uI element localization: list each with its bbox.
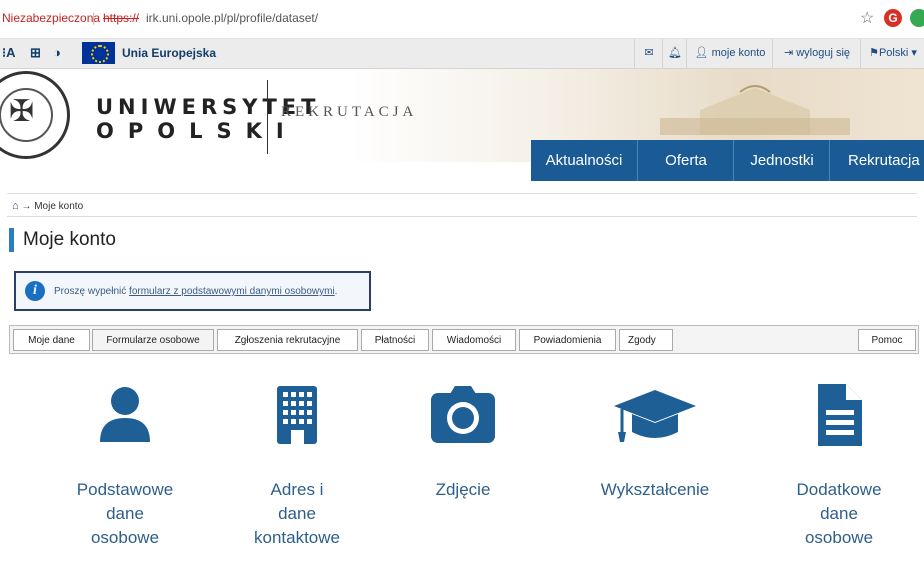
- home-icon[interactable]: ⌂: [12, 200, 19, 212]
- tile-zdjecie[interactable]: Zdjęcie: [378, 380, 548, 570]
- url-path: irk.uni.opole.pl/pl/profile/dataset/: [146, 11, 319, 25]
- tile-podstawowe-dane[interactable]: Podstawowe dane osobowe: [40, 380, 210, 570]
- font-size-icon[interactable]: ⁝A: [2, 45, 16, 61]
- header-divider: [267, 80, 268, 154]
- tile-label: Adres i dane kontaktowe: [254, 480, 340, 547]
- tab-zgody[interactable]: Zgody: [619, 329, 673, 351]
- messages-envelope-icon[interactable]: ✉: [634, 39, 663, 68]
- notifications-bell-icon[interactable]: 🔔︎: [662, 39, 687, 68]
- tile-wyksztalcenie[interactable]: Wykształcenie: [570, 380, 740, 570]
- section-title: REKRUTACJA: [281, 104, 418, 120]
- contrast-icon[interactable]: ◑: [53, 45, 61, 60]
- tab-powiadomienia[interactable]: Powiadomienia: [519, 329, 616, 351]
- tile-label: Wykształcenie: [600, 480, 710, 499]
- title-accent-bar: [9, 228, 14, 252]
- breadcrumb-current: Moje konto: [34, 201, 84, 212]
- camera-icon: [431, 386, 495, 443]
- graduation-cap-icon: [614, 390, 696, 442]
- bookmark-star-icon[interactable]: ☆: [860, 8, 874, 28]
- tile-label: Dodatkowe dane osobowe: [796, 480, 882, 547]
- flag-icon: ⚑: [869, 47, 879, 59]
- utility-bar: ⁝A ⊞ ◑ Unia Europejska ✉ 🔔︎ 👤︎ moje kont…: [0, 39, 924, 69]
- tile-adres-kontakt[interactable]: Adres i dane kontaktowe: [212, 380, 382, 570]
- extension-icon-2[interactable]: [910, 9, 924, 27]
- profile-tabs: Moje dane Formularze osobowe Zgłoszenia …: [9, 325, 919, 354]
- url-scheme: https://: [103, 11, 140, 25]
- page-title: Moje konto: [23, 229, 116, 250]
- high-contrast-plus-icon[interactable]: ⊞: [30, 45, 41, 61]
- document-icon: [818, 384, 862, 446]
- logout-icon: ⇥: [783, 47, 794, 59]
- nav-rekrutacja[interactable]: Rekrutacja: [829, 140, 924, 181]
- tile-dodatkowe-dane[interactable]: Dodatkowe dane osobowe: [754, 380, 924, 570]
- tab-wiadomosci[interactable]: Wiadomości: [432, 329, 516, 351]
- nav-oferta[interactable]: Oferta: [637, 140, 734, 181]
- tab-zgloszenia-rekrutacyjne[interactable]: Zgłoszenia rekrutacyjne: [217, 329, 358, 351]
- extension-icon[interactable]: G: [884, 9, 902, 27]
- info-icon: i: [25, 281, 45, 301]
- tab-platnosci[interactable]: Płatności: [361, 329, 429, 351]
- user-icon: 👤︎: [694, 47, 709, 59]
- arrow-right-icon: →: [21, 201, 32, 212]
- breadcrumb-top-rule: [7, 193, 917, 194]
- eu-flag-icon: [82, 42, 115, 64]
- basic-data-form-link[interactable]: formularz z podstawowymi danymi osobowym…: [129, 286, 335, 297]
- eu-label[interactable]: Unia Europejska: [122, 46, 216, 60]
- my-account-link[interactable]: 👤︎ moje konto: [686, 39, 773, 68]
- tab-formularze-osobowe[interactable]: Formularze osobowe: [92, 329, 214, 351]
- browser-address-bar[interactable]: Niezabezpieczona | https:// irk.uni.opol…: [0, 0, 924, 39]
- url-separator: |: [92, 10, 96, 25]
- breadcrumb-bottom-rule: [7, 216, 917, 217]
- language-selector[interactable]: ⚑Polski ▾: [860, 39, 924, 68]
- info-alert: i Proszę wypełnić formularz z podstawowy…: [14, 271, 371, 311]
- tile-label: Podstawowe dane osobowe: [76, 480, 174, 547]
- tab-moje-dane[interactable]: Moje dane: [13, 329, 90, 351]
- insecure-label: Niezabezpieczona: [2, 11, 101, 25]
- logout-link[interactable]: ⇥ wyloguj się: [772, 39, 861, 68]
- nav-aktualnosci[interactable]: Aktualności: [531, 140, 637, 181]
- tile-label: Zdjęcie: [435, 480, 491, 499]
- building-icon: [277, 386, 317, 444]
- tab-pomoc[interactable]: Pomoc: [858, 329, 916, 351]
- nav-jednostki[interactable]: Jednostki: [733, 140, 830, 181]
- main-navigation: Aktualności Oferta Jednostki Rekrutacja: [531, 140, 924, 181]
- info-text: Proszę wypełnić formularz z podstawowymi…: [54, 286, 338, 297]
- breadcrumb: ⌂ → Moje konto: [12, 200, 83, 212]
- person-icon: [100, 387, 150, 442]
- building-illustration: [660, 85, 850, 135]
